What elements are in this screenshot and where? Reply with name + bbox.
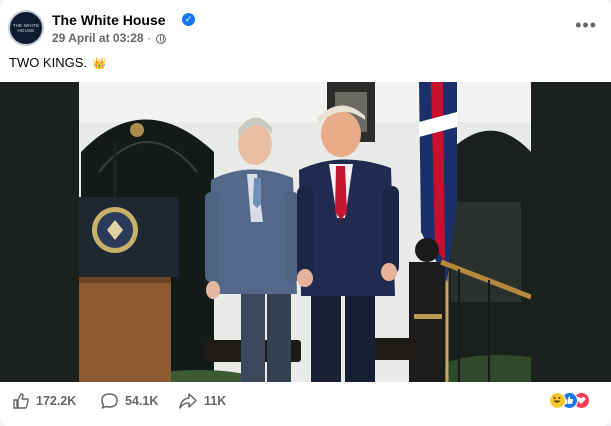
globe-icon — [156, 34, 167, 44]
more-options-icon[interactable]: ••• — [575, 16, 597, 34]
comment-bubble-icon — [101, 393, 118, 409]
post-photo[interactable] — [79, 82, 531, 382]
facebook-post-card: THE WHITE HOUSE The White House ✓ 29 Apr… — [0, 0, 611, 426]
caption-text: TWO KINGS. — [9, 55, 87, 70]
comment-button[interactable]: 54.1K — [100, 382, 158, 420]
post-meta: 29 April at 03:28 · — [52, 31, 167, 45]
share-arrow-icon — [179, 393, 197, 409]
crown-emoji: 👑 — [92, 58, 107, 70]
avatar-logo-text: THE WHITE HOUSE — [12, 23, 40, 33]
post-action-bar: 172.2K 54.1K 11K — [0, 382, 611, 420]
share-count: 11K — [204, 394, 227, 408]
meta-separator: · — [146, 31, 151, 45]
post-media[interactable] — [0, 82, 611, 382]
haha-reaction-icon — [549, 392, 566, 409]
page-avatar[interactable]: THE WHITE HOUSE — [8, 10, 44, 46]
post-header: THE WHITE HOUSE The White House ✓ 29 Apr… — [8, 8, 603, 48]
verified-badge-icon: ✓ — [182, 13, 195, 26]
post-timestamp[interactable]: 29 April at 03:28 — [52, 31, 144, 45]
like-count: 172.2K — [36, 394, 77, 408]
post-caption: TWO KINGS. 👑 — [9, 55, 106, 70]
page-name-link[interactable]: The White House — [52, 12, 166, 28]
thumbs-up-icon — [13, 393, 29, 409]
comment-count: 54.1K — [125, 394, 159, 408]
like-button[interactable]: 172.2K — [12, 382, 76, 420]
reactions-summary[interactable] — [549, 392, 599, 410]
share-button[interactable]: 11K — [178, 382, 226, 420]
